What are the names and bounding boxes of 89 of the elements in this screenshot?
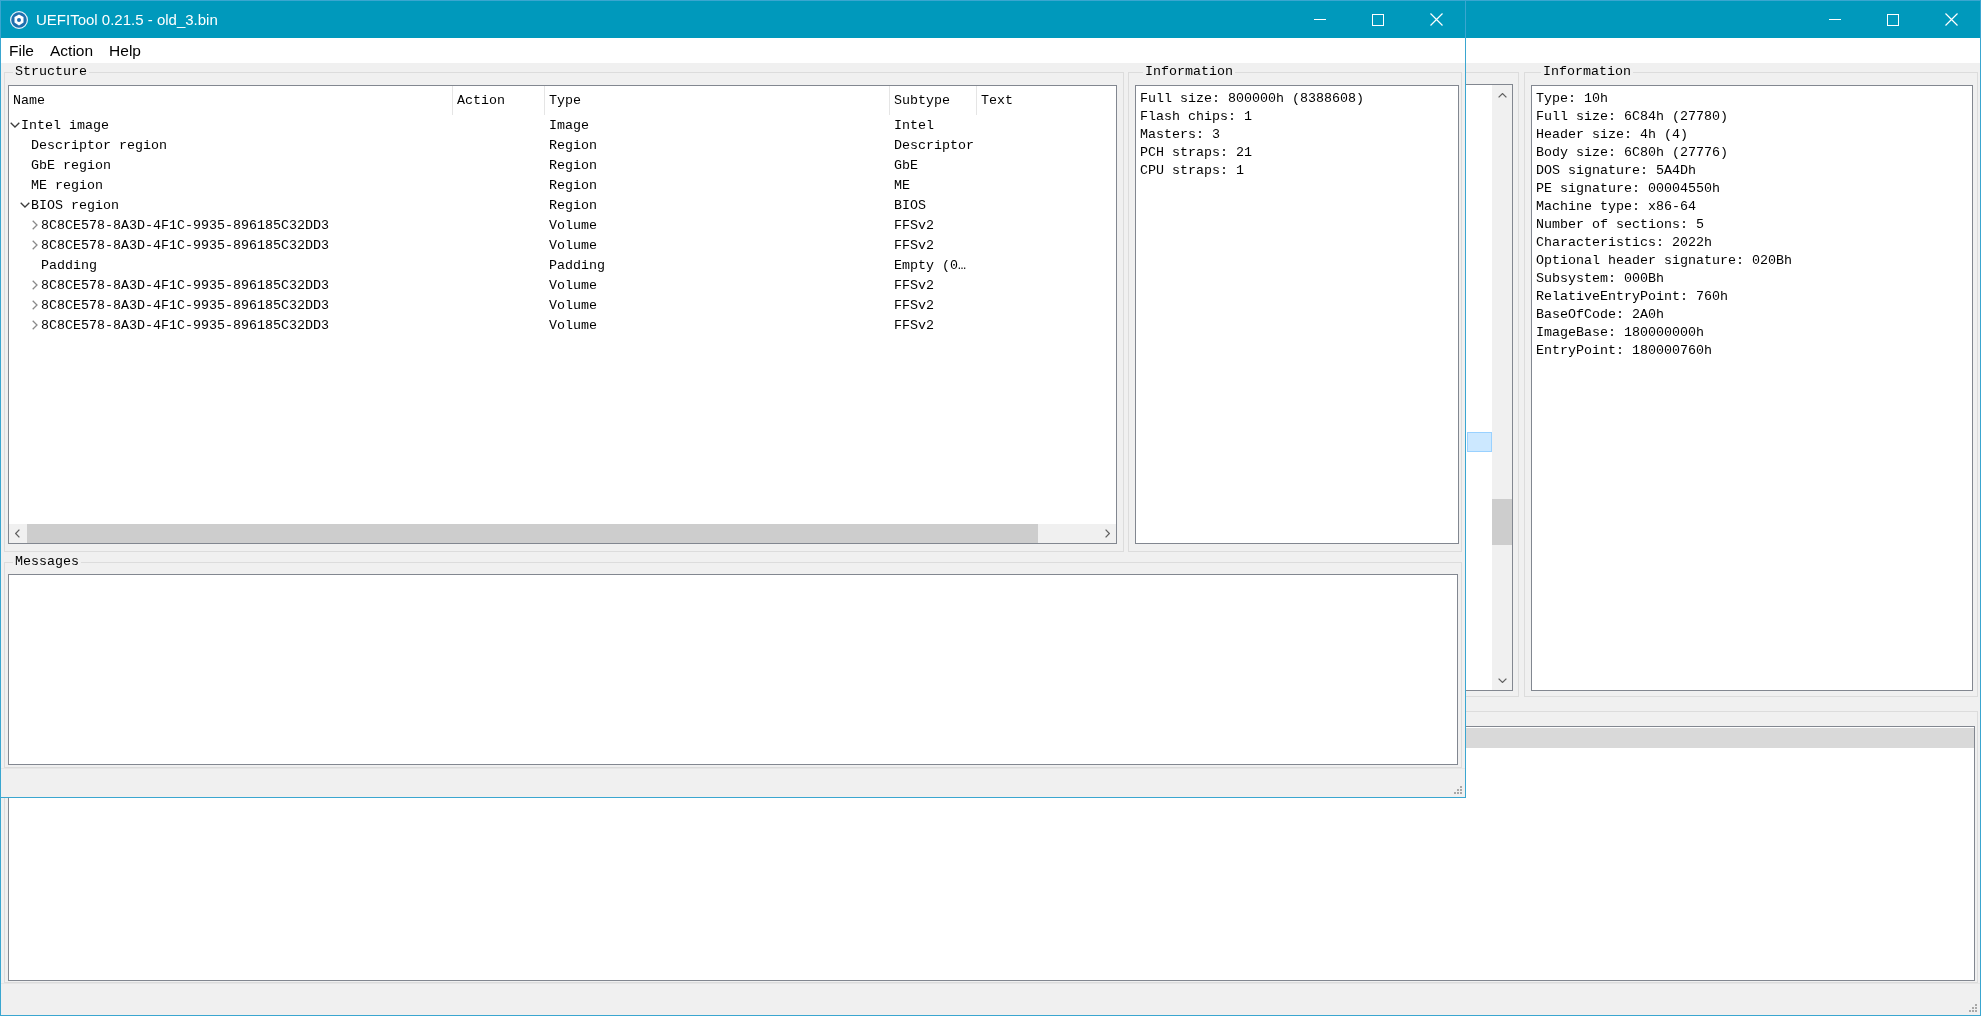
- info-line: Flash chips: 1: [1140, 108, 1252, 126]
- row-highlight: [1467, 432, 1492, 452]
- info-line: BaseOfCode: 2A0h: [1536, 306, 1664, 324]
- node-subtype: Descriptor: [894, 137, 974, 153]
- menu-item[interactable]: Action: [42, 41, 102, 60]
- minimize-icon: [1829, 19, 1841, 20]
- column-header[interactable]: Name: [9, 86, 453, 115]
- close-icon: [1944, 13, 1958, 26]
- node-type: Volume: [549, 297, 597, 313]
- section-title: Information: [1542, 64, 1632, 80]
- column-header[interactable]: Text: [977, 86, 1116, 115]
- info-line: PCH straps: 21: [1140, 144, 1252, 162]
- node-type: Volume: [549, 317, 597, 333]
- chevron-right-icon[interactable]: [32, 220, 38, 230]
- node-type: Volume: [549, 217, 597, 233]
- info-line: CPU straps: 1: [1140, 162, 1244, 180]
- node-subtype: FFSv2: [894, 297, 934, 313]
- chevron-down-icon[interactable]: [10, 122, 20, 128]
- info-line: Body size: 6C80h (27776): [1536, 144, 1728, 162]
- column-header[interactable]: Subtype: [890, 86, 977, 115]
- info-line: Characteristics: 2022h: [1536, 234, 1712, 252]
- node-name[interactable]: Intel image: [21, 117, 109, 133]
- node-name[interactable]: Descriptor region: [31, 137, 167, 153]
- resize-grip-icon[interactable]: [1454, 786, 1462, 794]
- chevron-down-icon[interactable]: [1497, 677, 1507, 683]
- chevron-right-icon[interactable]: [32, 240, 38, 250]
- node-type: Region: [549, 137, 597, 153]
- node-type: Volume: [549, 237, 597, 253]
- chevron-down-icon[interactable]: [20, 202, 30, 208]
- chevron-up-icon[interactable]: [1497, 92, 1507, 98]
- section-title: Information: [1144, 64, 1234, 80]
- info-line: EntryPoint: 180000760h: [1536, 342, 1712, 360]
- maximize-icon: [1887, 13, 1899, 26]
- menu-item[interactable]: Help: [101, 41, 149, 60]
- info-line: Machine type: x86-64: [1536, 198, 1696, 216]
- chevron-right-icon[interactable]: [1105, 529, 1110, 538]
- section-title: Structure: [14, 64, 88, 80]
- maximize-icon: [1372, 13, 1384, 26]
- node-type: Volume: [549, 277, 597, 293]
- node-type: Image: [549, 117, 589, 133]
- node-type: Padding: [549, 257, 605, 273]
- info-line: Subsystem: 000Bh: [1536, 270, 1664, 288]
- info-line: Full size: 6C84h (27780): [1536, 108, 1728, 126]
- node-name[interactable]: 8C8CE578-8A3D-4F1C-9935-896185C32DD3: [41, 297, 329, 313]
- node-name[interactable]: 8C8CE578-8A3D-4F1C-9935-896185C32DD3: [41, 277, 329, 293]
- node-subtype: FFSv2: [894, 317, 934, 333]
- node-subtype: ME: [894, 177, 910, 193]
- info-line: PE signature: 00004550h: [1536, 180, 1720, 198]
- node-subtype: BIOS: [894, 197, 926, 213]
- info-line: Optional header signature: 020Bh: [1536, 252, 1792, 270]
- node-name[interactable]: 8C8CE578-8A3D-4F1C-9935-896185C32DD3: [41, 217, 329, 233]
- info-line: Full size: 800000h (8388608): [1140, 90, 1364, 108]
- window-title: UEFITool 0.21.5 - old_3.bin: [36, 11, 218, 28]
- info-line: Masters: 3: [1140, 126, 1220, 144]
- info-line: Number of sections: 5: [1536, 216, 1704, 234]
- column-header[interactable]: Type: [545, 86, 890, 115]
- node-name[interactable]: 8C8CE578-8A3D-4F1C-9935-896185C32DD3: [41, 317, 329, 333]
- node-name[interactable]: 8C8CE578-8A3D-4F1C-9935-896185C32DD3: [41, 237, 329, 253]
- resize-grip-icon[interactable]: [1969, 1004, 1977, 1012]
- node-name[interactable]: ME region: [31, 177, 103, 193]
- minimize-icon: [1314, 19, 1326, 20]
- node-type: Region: [549, 157, 597, 173]
- app-icon: [10, 10, 28, 29]
- info-line: DOS signature: 5A4Dh: [1536, 162, 1696, 180]
- menu-item[interactable]: File: [1, 41, 42, 60]
- node-subtype: FFSv2: [894, 277, 934, 293]
- chevron-right-icon[interactable]: [32, 320, 38, 330]
- node-subtype: GbE: [894, 157, 918, 173]
- node-type: Region: [549, 197, 597, 213]
- node-name[interactable]: GbE region: [31, 157, 111, 173]
- node-subtype: FFSv2: [894, 237, 934, 253]
- section-title: Messages: [14, 554, 80, 570]
- node-subtype: FFSv2: [894, 217, 934, 233]
- node-subtype: Empty (0…: [894, 257, 966, 273]
- node-subtype: Intel: [894, 117, 934, 133]
- node-name[interactable]: BIOS region: [31, 197, 119, 213]
- chevron-right-icon[interactable]: [32, 280, 38, 290]
- scrollbar-thumb[interactable]: [1492, 499, 1512, 545]
- close-icon: [1429, 13, 1443, 26]
- chevron-right-icon[interactable]: [32, 300, 38, 310]
- node-name[interactable]: Padding: [41, 257, 97, 273]
- vertical-scrollbar[interactable]: [1492, 85, 1512, 690]
- node-type: Region: [549, 177, 597, 193]
- info-line: Header size: 4h (4): [1536, 126, 1688, 144]
- column-header[interactable]: Action: [453, 86, 545, 115]
- chevron-left-icon[interactable]: [15, 529, 20, 538]
- info-line: RelativeEntryPoint: 760h: [1536, 288, 1728, 306]
- info-line: ImageBase: 180000000h: [1536, 324, 1704, 342]
- info-line: Type: 10h: [1536, 90, 1608, 108]
